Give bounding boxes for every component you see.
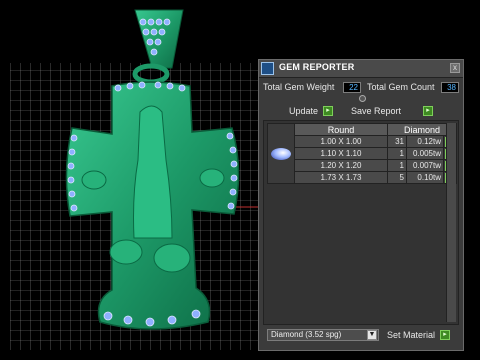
gem-reporter-app-icon xyxy=(261,62,274,75)
panel-title: GEM REPORTER xyxy=(279,62,355,72)
gem-weight: 0.10tw xyxy=(406,171,444,184)
sheep-small-left xyxy=(81,170,107,190)
gem-reporter-panel: GEM REPORTER x Total Gem Weight 22 Total… xyxy=(258,59,464,351)
table-row: 1.00 X 1.00 31 0.12tw ▸ xyxy=(268,135,457,148)
update-button[interactable]: Update xyxy=(289,105,318,117)
table-row: 1.10 X 1.10 1 0.005tw ▸ xyxy=(268,147,457,160)
total-gem-count-label: Total Gem Count xyxy=(367,82,435,92)
table-row: 1.73 X 1.73 5 0.10tw ▸ xyxy=(268,171,457,184)
set-material-go-icon[interactable]: ▸ xyxy=(440,330,450,340)
gem-weight: 0.12tw xyxy=(406,135,444,148)
gem-table: Round Diamond 1.00 X 1.00 31 0.12tw ▸ 1.… xyxy=(267,123,457,184)
gem-count: 31 xyxy=(387,135,407,148)
table-row: 1.20 X 1.20 1 0.007tw ▸ xyxy=(268,159,457,172)
table-header-row: Round Diamond xyxy=(267,123,457,184)
chevron-down-icon[interactable]: ▼ xyxy=(367,330,377,340)
sheep-right xyxy=(153,243,191,273)
gem-size: 1.00 X 1.00 xyxy=(294,135,388,148)
gem-table-area: Round Diamond 1.00 X 1.00 31 0.12tw ▸ 1.… xyxy=(263,120,459,325)
table-scrollbar[interactable] xyxy=(446,123,456,322)
gem-size: 1.10 X 1.10 xyxy=(294,147,388,160)
panel-titlebar[interactable]: GEM REPORTER x xyxy=(259,60,463,78)
gem-weight: 0.005tw xyxy=(406,147,444,160)
sheep-left xyxy=(109,239,143,265)
update-go-icon[interactable]: ▸ xyxy=(323,106,333,116)
save-report-go-icon[interactable]: ▸ xyxy=(423,106,433,116)
round-gem-icon xyxy=(267,123,295,184)
set-material-button[interactable]: Set Material xyxy=(387,329,435,341)
total-gem-count-value: 38 xyxy=(441,82,459,93)
3d-viewport[interactable]: GEM REPORTER x Total Gem Weight 22 Total… xyxy=(0,0,480,360)
gem-size: 1.73 X 1.73 xyxy=(294,171,388,184)
gem-count: 1 xyxy=(387,147,407,160)
save-report-button[interactable]: Save Report xyxy=(351,105,401,117)
material-dropdown[interactable]: Diamond (3.52 spg) xyxy=(267,329,379,341)
material-dropdown-value: Diamond (3.52 spg) xyxy=(271,330,342,339)
close-icon[interactable]: x xyxy=(450,63,460,73)
total-gem-weight-value: 22 xyxy=(343,82,361,93)
gem-size: 1.20 X 1.20 xyxy=(294,159,388,172)
panel-slider-handle[interactable] xyxy=(359,95,366,102)
gem-weight: 0.007tw xyxy=(406,159,444,172)
total-gem-weight-label: Total Gem Weight xyxy=(263,82,335,92)
gem-count: 1 xyxy=(387,159,407,172)
gem-count: 5 xyxy=(387,171,407,184)
shape-column-header: Round xyxy=(294,123,388,136)
sheep-small-right xyxy=(199,168,225,188)
